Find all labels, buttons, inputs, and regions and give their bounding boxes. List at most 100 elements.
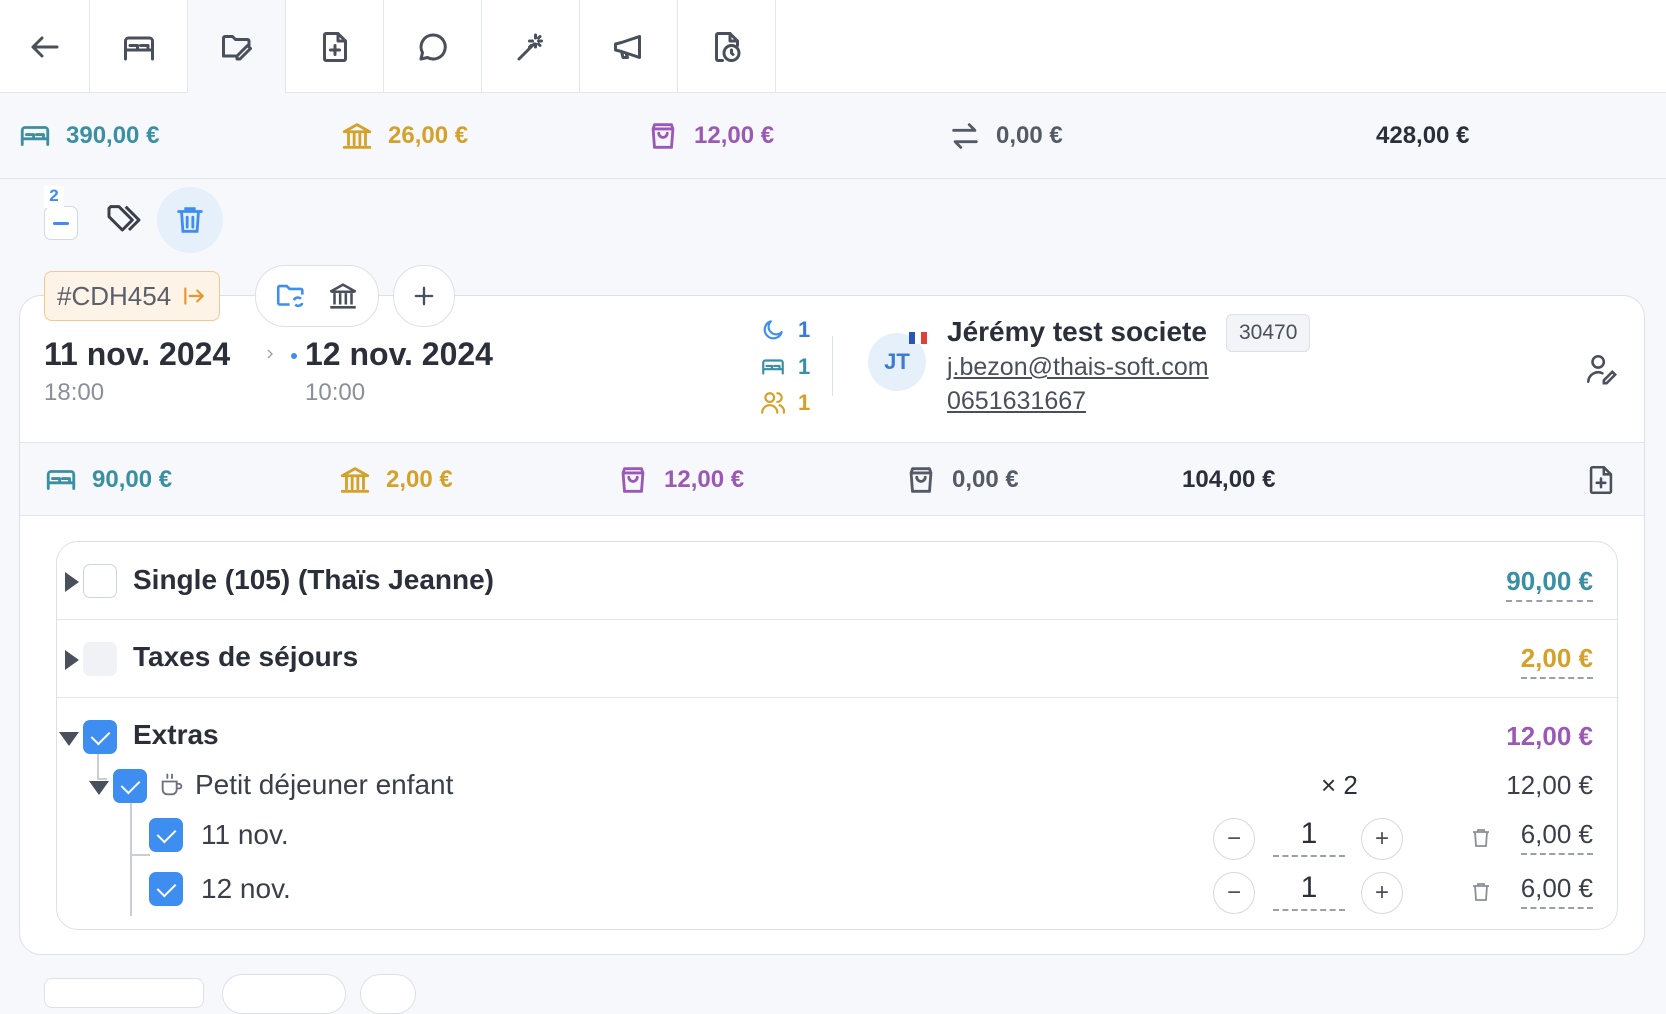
tree-line <box>97 778 107 780</box>
resa-rooms: 90,00 € <box>44 443 172 517</box>
resa-extras: 12,00 € <box>616 443 744 517</box>
bed-icon <box>762 359 784 375</box>
collapse-caret[interactable] <box>89 781 109 795</box>
deselect-checkbox[interactable] <box>44 206 78 240</box>
summary-transfers-amount: 0,00 € <box>996 122 1063 149</box>
summary-taxes: 26,00 € <box>340 93 468 179</box>
open-arrow-icon <box>184 287 205 305</box>
summary-extras: 12,00 € <box>646 93 774 179</box>
resa-total: 104,00 € <box>1182 443 1275 517</box>
resa-rooms-amount: 90,00 € <box>92 466 173 493</box>
transfer-icon <box>952 123 978 149</box>
next-add-button[interactable] <box>360 974 416 1014</box>
users-icon <box>761 392 786 414</box>
trash-icon[interactable] <box>1469 880 1493 904</box>
decrement-button[interactable]: − <box>1213 872 1255 914</box>
reservation-summary: 90,00 € 2,00 € 12,00 € 0,00 € 104,00 € <box>20 442 1644 516</box>
day-amount[interactable]: 6,00 € <box>1520 819 1593 855</box>
day-amount[interactable]: 6,00 € <box>1520 873 1593 909</box>
bed-icon <box>123 36 154 60</box>
arrival-date: 11 nov. 2024 <box>44 336 231 372</box>
rooms-count: 1 <box>760 354 810 380</box>
magic-wand-icon <box>517 33 543 60</box>
tab-messages[interactable] <box>384 0 482 93</box>
room-amount[interactable]: 90,00 € <box>1506 566 1593 602</box>
tab-magic[interactable] <box>482 0 580 93</box>
nights-count: 1 <box>760 317 810 343</box>
folio-lines: Single (105) (Thaïs Jeanne) 90,00 € Taxe… <box>56 541 1618 930</box>
rooms-value: 1 <box>798 354 811 379</box>
increment-button[interactable]: + <box>1361 872 1403 914</box>
bank-icon <box>340 467 370 493</box>
expand-caret[interactable] <box>65 572 79 592</box>
guest-name[interactable]: Jérémy test societe <box>947 316 1207 348</box>
next-reservation-tag[interactable] <box>44 978 204 1008</box>
extras-checkbox[interactable] <box>83 720 117 754</box>
tab-stays[interactable] <box>90 0 188 93</box>
coffee-cup-icon <box>161 773 183 796</box>
tab-invoice[interactable] <box>286 0 384 93</box>
france-flag-icon <box>909 332 927 344</box>
selection-count-badge: 2 <box>44 186 64 208</box>
tag-button[interactable] <box>104 200 144 240</box>
back-button[interactable] <box>0 0 90 93</box>
back-arrow-icon <box>31 36 58 57</box>
delete-button[interactable] <box>157 187 223 253</box>
shopping-bag-icon <box>909 467 933 493</box>
bed-icon <box>20 126 50 146</box>
user-edit-icon[interactable] <box>1584 352 1618 386</box>
guests-value: 1 <box>798 390 811 415</box>
tab-history[interactable] <box>678 0 776 93</box>
minus-icon <box>53 222 69 225</box>
increment-button[interactable]: + <box>1361 818 1403 860</box>
summary-extras-amount: 12,00 € <box>694 122 775 149</box>
bank-icon <box>342 123 372 149</box>
resa-taxes: 2,00 € <box>338 443 453 517</box>
guest-zip: 30470 <box>1226 314 1311 352</box>
add-button[interactable] <box>393 265 455 327</box>
tax-amount[interactable]: 2,00 € <box>1520 643 1593 679</box>
file-add-icon[interactable] <box>1584 463 1618 497</box>
room-checkbox[interactable] <box>83 564 117 598</box>
moon-icon <box>763 320 783 340</box>
folio-summary: 390,00 € 26,00 € 12,00 € 0,00 € 428,00 € <box>0 93 1666 179</box>
top-tab-bar <box>0 0 1666 94</box>
guest-phone[interactable]: 0651631667 <box>947 387 1086 416</box>
item-checkbox[interactable] <box>113 769 147 803</box>
summary-total-amount: 428,00 € <box>1376 122 1470 149</box>
guest-email[interactable]: j.bezon@thais-soft.com <box>947 353 1209 382</box>
collapse-caret[interactable] <box>59 732 79 746</box>
reservation-ref-tag[interactable]: #CDH454 <box>44 271 221 321</box>
summary-taxes-amount: 26,00 € <box>388 122 469 149</box>
expand-caret[interactable] <box>65 650 79 670</box>
day-checkbox[interactable] <box>149 872 183 906</box>
departure-date: 12 nov. 2024 <box>305 336 493 372</box>
quantity-value[interactable]: 1 <box>1273 817 1345 857</box>
tags-icon <box>107 205 141 232</box>
day-label: 11 nov. <box>201 819 289 850</box>
item-multiplier: × 2 <box>1321 770 1358 800</box>
reservation-actions-pill <box>255 265 379 327</box>
trash-icon[interactable] <box>1469 826 1493 850</box>
resa-taxes-amount: 2,00 € <box>386 466 453 493</box>
next-actions-pill[interactable] <box>222 974 346 1014</box>
summary-transfers: 0,00 € <box>948 93 1063 179</box>
tab-marketing[interactable] <box>580 0 678 93</box>
bed-icon <box>46 470 76 490</box>
summary-rooms-amount: 390,00 € <box>66 122 160 149</box>
quantity-value[interactable]: 1 <box>1273 871 1345 911</box>
divider <box>57 619 1617 620</box>
file-clock-icon <box>714 31 740 62</box>
resa-total-amount: 104,00 € <box>1182 466 1276 493</box>
decrement-button[interactable]: − <box>1213 818 1255 860</box>
folder-sync-icon[interactable] <box>274 279 308 313</box>
item-label: Petit déjeuner enfant <box>195 769 454 800</box>
chat-bubble-icon <box>419 32 447 60</box>
resa-extras-amount: 12,00 € <box>664 466 745 493</box>
resa-other: 0,00 € <box>904 443 1019 517</box>
extras-label: Extras <box>133 719 219 750</box>
room-label: Single (105) (Thaïs Jeanne) <box>133 564 494 595</box>
bank-icon[interactable] <box>326 279 360 313</box>
tab-folio[interactable] <box>188 0 286 94</box>
day-checkbox[interactable] <box>149 818 183 852</box>
